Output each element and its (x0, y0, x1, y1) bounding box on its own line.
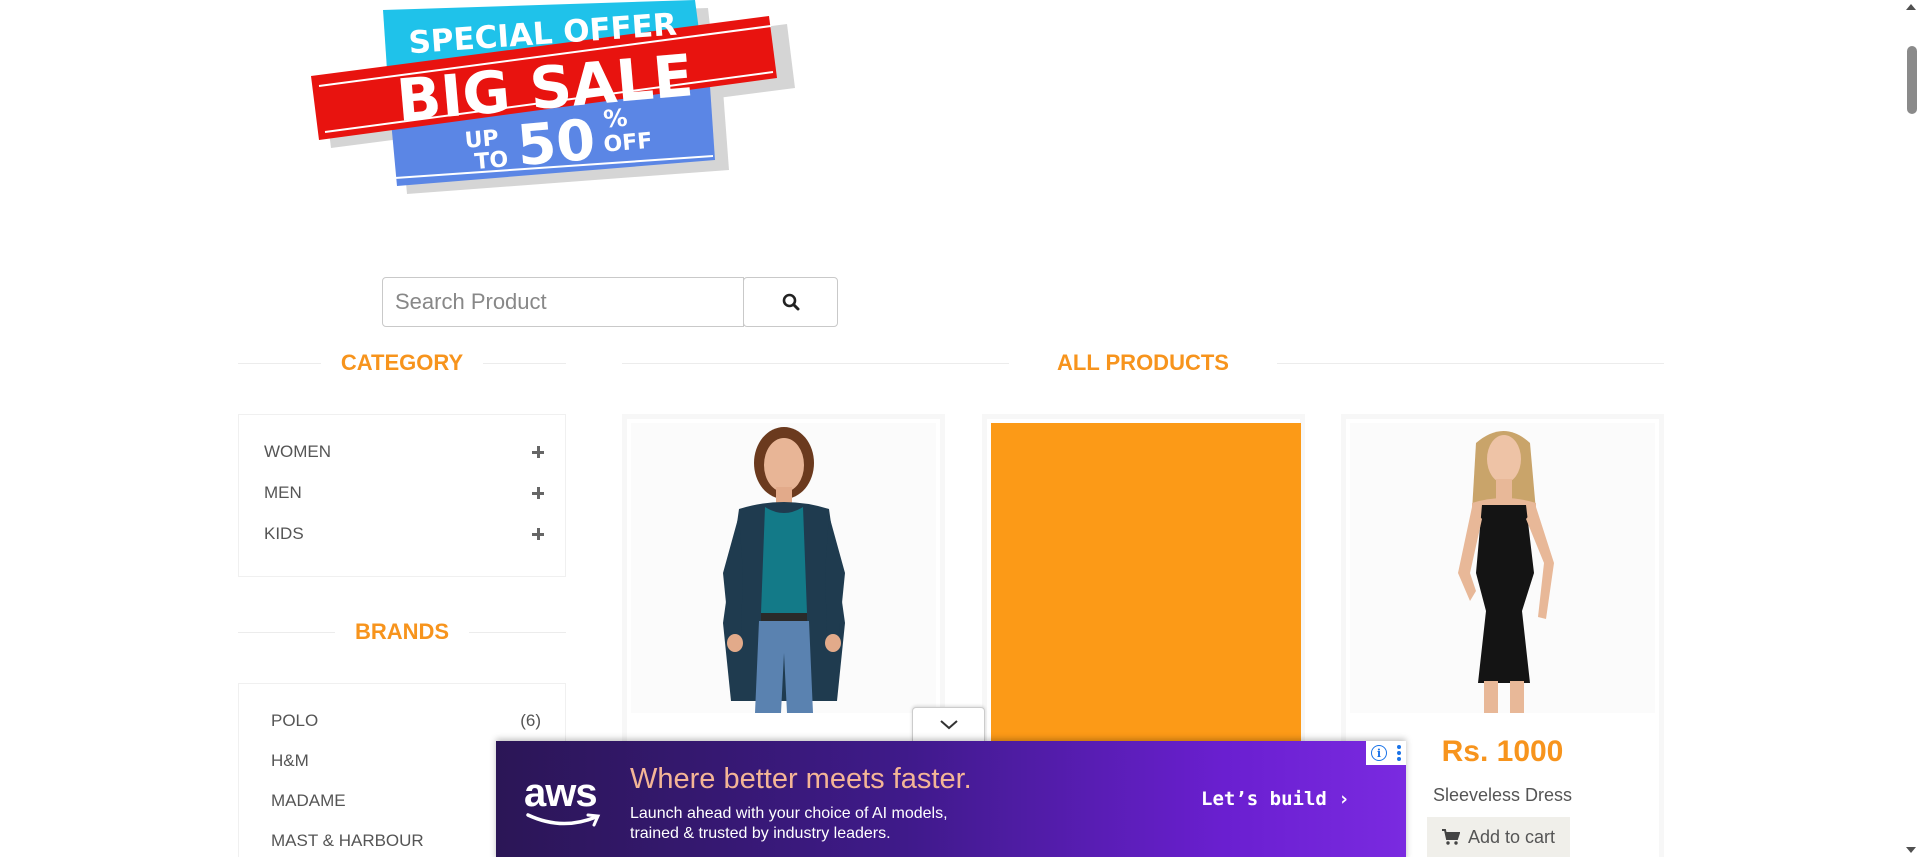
ad-subtext-line: Launch ahead with your choice of AI mode… (630, 805, 948, 822)
divider (483, 362, 567, 364)
chevron-down-icon (939, 720, 958, 730)
ad-subtext-line: trained & trusted by industry leaders. (630, 825, 891, 842)
products-title: ALL PRODUCTS (1057, 350, 1229, 375)
category-item-label: MEN (264, 483, 302, 502)
divider (238, 631, 335, 633)
search-icon (782, 293, 799, 311)
search-button[interactable] (743, 277, 838, 327)
product-image-placeholder[interactable] (991, 423, 1301, 753)
category-item-label: KIDS (264, 524, 304, 543)
category-panel: WOMEN MEN KIDS (238, 414, 566, 577)
divider (622, 362, 1010, 364)
aws-logo-text: aws (524, 771, 598, 815)
aws-smile-icon (526, 813, 601, 827)
ad-subtext: Launch ahead with your choice of AI mode… (630, 804, 1030, 844)
ad-collapse-button[interactable] (912, 707, 985, 742)
banner-percent: % (602, 104, 628, 134)
brands-heading: BRANDS (238, 617, 566, 647)
add-to-cart-button[interactable]: Add to cart (1427, 817, 1570, 857)
ad-headline: Where better meets faster. (630, 763, 972, 795)
divider (238, 362, 321, 364)
plus-icon[interactable] (532, 528, 544, 540)
page-scrollbar[interactable] (1903, 0, 1920, 857)
products-heading: ALL PRODUCTS (622, 348, 1664, 378)
category-item-women[interactable]: WOMEN (264, 437, 544, 467)
brand-item-label: MADAME (271, 791, 346, 810)
product-image[interactable] (1350, 423, 1655, 713)
category-item-men[interactable]: MEN (264, 478, 544, 508)
shopping-cart-icon (1441, 829, 1460, 845)
brand-item-label: MAST & HARBOUR (271, 831, 424, 850)
aws-logo: aws (524, 771, 601, 827)
category-item-label: WOMEN (264, 442, 332, 461)
brands-title: BRANDS (354, 619, 450, 644)
product-image[interactable] (631, 423, 936, 713)
plus-icon[interactable] (532, 446, 544, 458)
ad-cta-link[interactable]: Let’s build › (1201, 788, 1350, 810)
category-title: CATEGORY (340, 350, 464, 375)
banner-fifty: 50 (515, 108, 598, 180)
ad-controls: i (1366, 741, 1406, 765)
scroll-down-arrow-icon[interactable] (1906, 847, 1916, 853)
divider (1276, 362, 1664, 364)
brand-item-label: H&M (271, 751, 309, 770)
plus-icon[interactable] (532, 487, 544, 499)
search-input[interactable] (382, 277, 744, 327)
banner-off: OFF (603, 129, 654, 158)
brand-item-polo[interactable]: POLO (6) (271, 706, 541, 736)
brand-item-label: POLO (271, 711, 319, 730)
scroll-up-arrow-icon[interactable] (1906, 4, 1916, 10)
search-bar (382, 277, 838, 327)
ad-menu-icon[interactable] (1397, 745, 1401, 761)
ad-banner[interactable]: aws Where better meets faster. Launch ah… (496, 741, 1406, 857)
category-item-kids[interactable]: KIDS (264, 519, 544, 549)
woman-cardigan-photo (631, 423, 936, 713)
sale-banner: SPECIAL OFFER BIG SALE UP TO 50 % OFF (305, 0, 795, 200)
banner-to: TO (474, 147, 510, 175)
scroll-thumb[interactable] (1907, 46, 1917, 114)
add-to-cart-label: Add to cart (1467, 826, 1556, 847)
category-heading: CATEGORY (238, 348, 567, 378)
divider (469, 631, 566, 633)
brand-item-count: (6) (520, 711, 541, 730)
ad-info-icon[interactable]: i (1371, 745, 1387, 761)
woman-black-dress-photo (1350, 423, 1655, 713)
